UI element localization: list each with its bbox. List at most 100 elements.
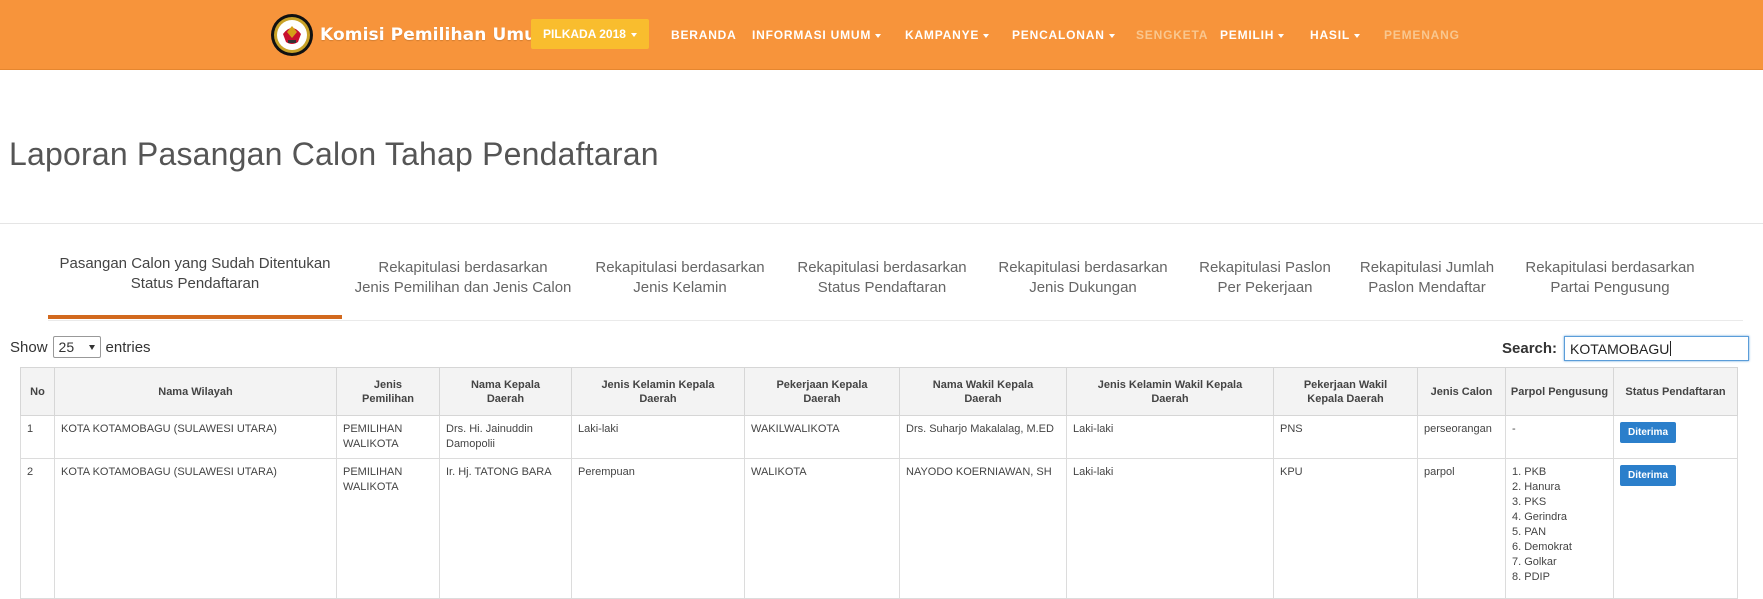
active-tab-indicator <box>48 315 342 319</box>
pilkada-dropdown-button[interactable]: PILKADA 2018 <box>531 19 649 49</box>
cell-jk-wakil: Laki-laki <box>1066 415 1274 459</box>
tab-label-line2: Paslon Mendaftar <box>1368 279 1486 296</box>
page-title: Laporan Pasangan Calon Tahap Pendaftaran <box>9 136 659 172</box>
nav-label: SENGKETA <box>1136 28 1209 42</box>
search-value: KOTAMOBAGU <box>1570 340 1670 357</box>
nav-kampanye[interactable]: KAMPANYE <box>905 28 990 42</box>
kpu-logo <box>270 12 314 58</box>
pilkada-label: PILKADA 2018 <box>543 27 626 41</box>
nav-beranda[interactable]: BERANDA <box>671 28 737 42</box>
tab-rekap-jenis-kelamin[interactable]: Rekapitulasi berdasarkan Jenis Kelamin <box>587 258 773 298</box>
nav-label: KAMPANYE <box>905 28 980 42</box>
tab-rekap-status-pendaftaran[interactable]: Rekapitulasi berdasarkan Status Pendafta… <box>789 258 975 298</box>
status-badge[interactable]: Diterima <box>1620 422 1677 443</box>
tab-label-line2: Status Pendaftaran <box>130 275 260 292</box>
tab-rekap-jenis-dukungan[interactable]: Rekapitulasi berdasarkan Jenis Dukungan <box>990 258 1176 298</box>
nav-label: PEMILIH <box>1220 28 1275 42</box>
tab-label-line2: Jenis Kelamin <box>633 279 727 296</box>
nav-pencalonan[interactable]: PENCALONAN <box>1012 28 1115 42</box>
nav-label: BERANDA <box>671 28 737 42</box>
col-header-pekerjaan-wakil[interactable]: Pekerjaan Wakil Kepala Daerah <box>1273 367 1418 416</box>
cell-status: Diterima <box>1613 458 1738 599</box>
chevron-down-icon <box>88 345 95 350</box>
col-header-jk-kepala[interactable]: Jenis Kelamin Kepala Daerah <box>571 367 745 416</box>
parpol-item: PKB <box>1512 465 1607 480</box>
nav-label: INFORMASI UMUM <box>752 28 872 42</box>
tab-rekap-jenis-pemilihan[interactable]: Rekapitulasi berdasarkan Jenis Pemilihan… <box>352 258 574 298</box>
col-header-jenis-calon[interactable]: Jenis Calon <box>1417 367 1506 416</box>
tab-label-line1: Rekapitulasi berdasarkan <box>797 259 967 276</box>
col-header-nama-wakil[interactable]: Nama Wakil Kepala Daerah <box>899 367 1067 416</box>
cell-jenis-calon: perseorangan <box>1417 415 1506 459</box>
cell-jenis-pemilihan: PEMILIHAN WALIKOTA <box>336 458 440 599</box>
tab-rekap-pekerjaan[interactable]: Rekapitulasi Paslon Per Pekerjaan <box>1190 258 1340 298</box>
cell-pekerjaan-kepala: WAKILWALIKOTA <box>744 415 900 459</box>
cell-nama-wakil: NAYODO KOERNIAWAN, SH <box>899 458 1067 599</box>
cell-status: Diterima <box>1613 415 1738 459</box>
col-header-no[interactable]: No <box>20 367 55 416</box>
cell-nama-wilayah: KOTA KOTAMOBAGU (SULAWESI UTARA) <box>54 458 337 599</box>
chevron-down-icon <box>1108 33 1115 38</box>
show-label: Show <box>10 338 48 356</box>
entries-value: 25 <box>58 339 75 355</box>
tab-pasangan-calon-status[interactable]: Pasangan Calon yang Sudah Ditentukan Sta… <box>48 254 342 294</box>
tab-label-line1: Pasangan Calon yang Sudah Ditentukan <box>59 255 331 272</box>
text-cursor <box>1670 341 1672 356</box>
cell-jk-kepala: Perempuan <box>571 458 745 599</box>
entries-select[interactable]: 25 <box>52 336 101 358</box>
cell-pekerjaan-wakil: PNS <box>1273 415 1418 459</box>
cell-pekerjaan-wakil: KPU <box>1273 458 1418 599</box>
nav-hasil[interactable]: HASIL <box>1310 28 1360 42</box>
tab-rekap-partai-pengusung[interactable]: Rekapitulasi berdasarkan Partai Pengusun… <box>1516 258 1704 298</box>
brand[interactable]: Komisi Pemilihan Umum <box>270 12 554 58</box>
nav-label: HASIL <box>1310 28 1350 42</box>
cell-jk-kepala: Laki-laki <box>571 415 745 459</box>
tab-rekap-jumlah-paslon[interactable]: Rekapitulasi Jumlah Paslon Mendaftar <box>1355 258 1499 298</box>
cell-no: 2 <box>20 458 55 599</box>
cell-parpol: PKB Hanura PKS Gerindra PAN Demokrat Gol… <box>1505 458 1614 599</box>
status-badge[interactable]: Diterima <box>1620 465 1677 486</box>
nav-informasi-umum[interactable]: INFORMASI UMUM <box>752 28 882 42</box>
cell-nama-kepala: Drs. Hi. Jainuddin Damopolii <box>439 415 572 459</box>
tab-label-line2: Per Pekerjaan <box>1217 279 1313 296</box>
entries-label: entries <box>105 338 151 356</box>
nav-label: PENCALONAN <box>1012 28 1105 42</box>
tabs-divider <box>48 320 1743 321</box>
chevron-down-icon <box>1354 33 1360 38</box>
parpol-item: Hanura <box>1512 480 1607 495</box>
nav-pemilih[interactable]: PEMILIH <box>1220 28 1285 42</box>
top-navbar: Komisi Pemilihan Umum PILKADA 2018 BERAN… <box>0 0 1763 70</box>
col-header-status[interactable]: Status Pendaftaran <box>1613 367 1738 416</box>
cell-pekerjaan-kepala: WALIKOTA <box>744 458 900 599</box>
nav-label: PEMENANG <box>1384 28 1460 42</box>
cell-jenis-pemilihan: PEMILIHAN WALIKOTA <box>336 415 440 459</box>
cell-nama-wilayah: KOTA KOTAMOBAGU (SULAWESI UTARA) <box>54 415 337 459</box>
parpol-item: PAN <box>1512 525 1607 540</box>
tab-label-line1: Rekapitulasi Paslon <box>1199 259 1331 276</box>
tab-label-line2: Jenis Pemilihan dan Jenis Calon <box>354 279 572 296</box>
cell-nama-kepala: Ir. Hj. TATONG BARA <box>439 458 572 599</box>
table-header-row: No Nama Wilayah Jenis Pemilihan Nama Kepa… <box>20 367 1738 416</box>
nav-sengketa[interactable]: SENGKETA <box>1136 28 1208 42</box>
col-header-jk-wakil[interactable]: Jenis Kelamin Wakil Kepala Daerah <box>1066 367 1274 416</box>
cell-parpol: - <box>1505 415 1614 459</box>
cell-jenis-calon: parpol <box>1417 458 1506 599</box>
col-header-jenis-pemilihan[interactable]: Jenis Pemilihan <box>336 367 440 416</box>
search-control: Search: KOTAMOBAGU <box>1502 336 1750 361</box>
table-row: 2 KOTA KOTAMOBAGU (SULAWESI UTARA) PEMIL… <box>20 458 1738 599</box>
pasangan-calon-table: No Nama Wilayah Jenis Pemilihan Nama Kepa… <box>20 367 1738 599</box>
parpol-item: Demokrat <box>1512 540 1607 555</box>
tab-label-line1: Rekapitulasi berdasarkan <box>378 259 548 276</box>
nav-pemenang[interactable]: PEMENANG <box>1384 28 1460 42</box>
chevron-down-icon <box>983 33 990 38</box>
search-input[interactable]: KOTAMOBAGU <box>1564 336 1750 361</box>
chevron-down-icon <box>1278 33 1285 38</box>
col-header-nama-wilayah[interactable]: Nama Wilayah <box>54 367 337 416</box>
col-header-nama-kepala[interactable]: Nama Kepala Daerah <box>439 367 572 416</box>
col-header-parpol[interactable]: Parpol Pengusung <box>1505 367 1614 416</box>
col-header-pekerjaan-kepala[interactable]: Pekerjaan Kepala Daerah <box>744 367 900 416</box>
parpol-item: Golkar <box>1512 555 1607 570</box>
chevron-down-icon <box>630 32 637 37</box>
parpol-item: PDIP <box>1512 570 1607 585</box>
cell-nama-wakil: Drs. Suharjo Makalalag, M.ED <box>899 415 1067 459</box>
